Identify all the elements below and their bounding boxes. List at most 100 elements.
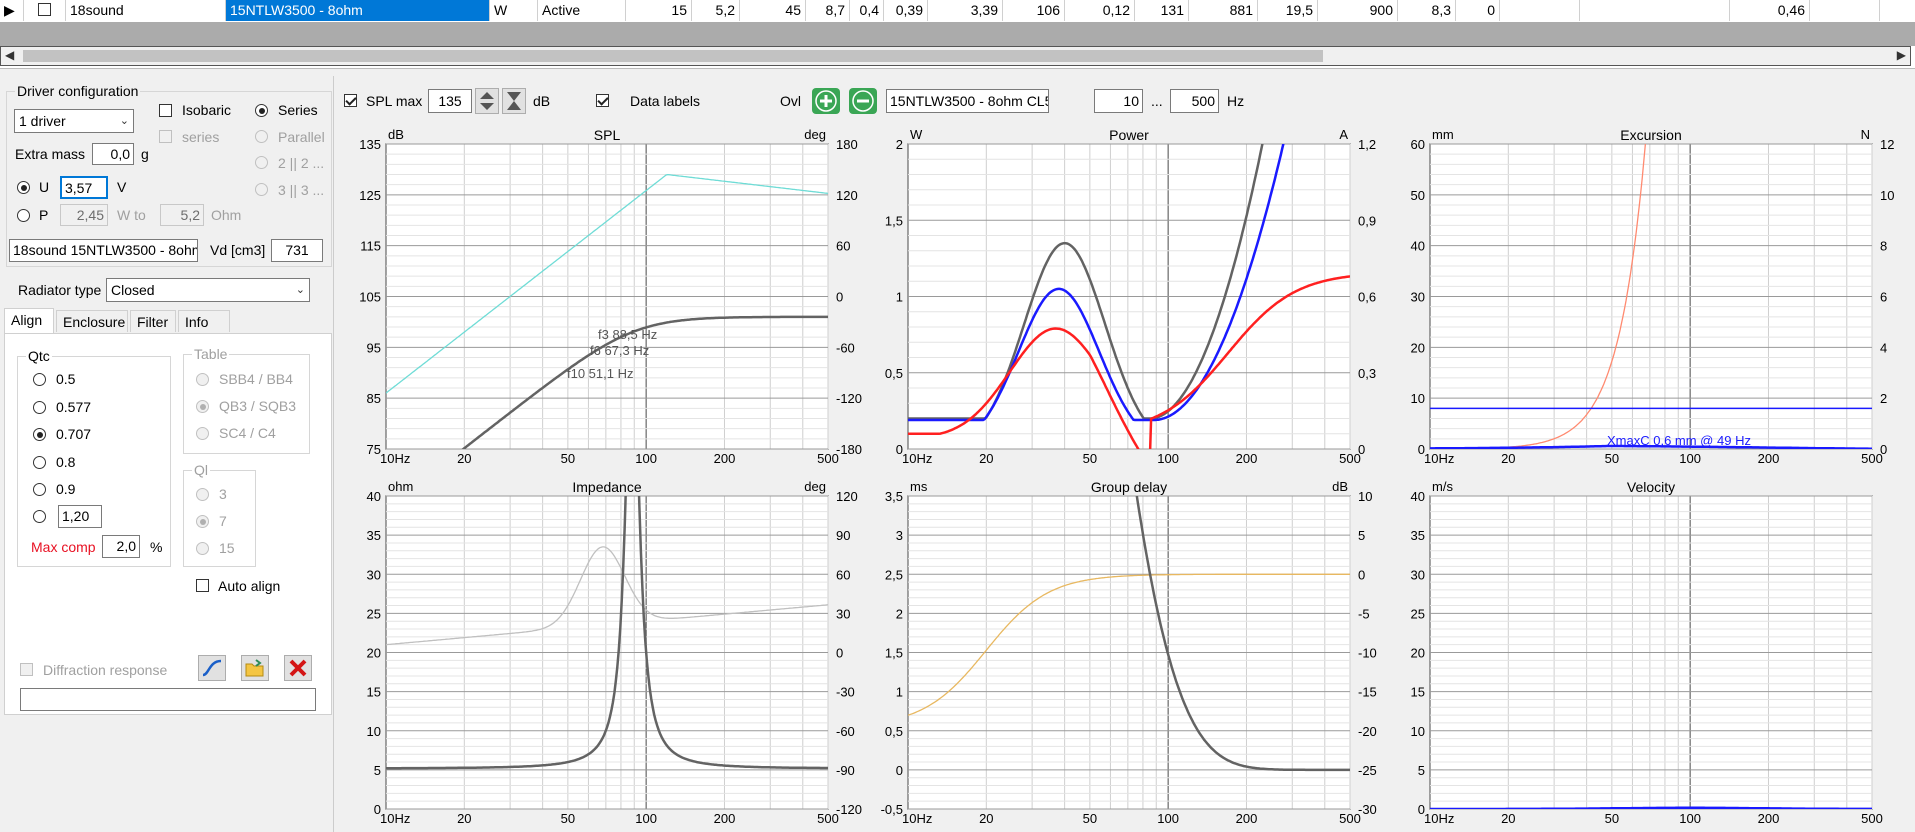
- tab-enclosure[interactable]: Enclosure: [56, 310, 128, 332]
- table-cell[interactable]: 0,4: [850, 0, 884, 21]
- curve-button[interactable]: [198, 655, 226, 681]
- voltage-input[interactable]: 3,57: [60, 176, 108, 199]
- isobaric-checkbox[interactable]: [159, 104, 172, 117]
- horizontal-scrollbar[interactable]: ◀ ▶: [0, 46, 1911, 66]
- table-radio[interactable]: [196, 373, 209, 386]
- impedance-chart[interactable]: 40 35 30 25 20 15 10 5 0 120 90 60 30 0 -30 -60 -90 -120 1…: [344, 476, 863, 826]
- chart-title: SPL: [594, 127, 621, 143]
- radiator-type-select[interactable]: Closed ⌄: [106, 278, 310, 302]
- qtc-radio[interactable]: [33, 455, 46, 469]
- chart-title: Velocity: [1627, 479, 1675, 495]
- qtc-radio[interactable]: [33, 483, 46, 496]
- y2-tick-label: -30: [836, 685, 855, 700]
- table-cell[interactable]: [1810, 0, 1880, 21]
- data-labels-checkbox[interactable]: [596, 94, 609, 107]
- table-cell[interactable]: ▶: [0, 0, 24, 21]
- diffraction-checkbox[interactable]: [20, 663, 33, 676]
- y2-tick-label: -25: [1358, 763, 1377, 778]
- velocity-chart[interactable]: 40 35 30 25 20 15 10 5 0 10Hz 20 50 100 200 500 Velocit…: [1388, 476, 1906, 826]
- table-cell[interactable]: 3,39: [928, 0, 1003, 21]
- auto-align-checkbox[interactable]: [196, 579, 209, 592]
- qtc-radio[interactable]: [33, 428, 46, 441]
- y-tick-label: -0,5: [881, 802, 903, 817]
- add-overlay-button[interactable]: [812, 88, 840, 114]
- scroll-right-icon[interactable]: ▶: [1897, 48, 1906, 62]
- table-cell[interactable]: W: [490, 0, 538, 21]
- table-radio[interactable]: [196, 427, 209, 440]
- power-chart[interactable]: 2 1,5 1 0,5 0 1,2 0,9 0,6 0,3 0 10Hz 20 50 100 200 500 P…: [866, 124, 1384, 466]
- parallel-radio[interactable]: [255, 130, 268, 143]
- table-cell[interactable]: 0: [1456, 0, 1500, 21]
- y2-tick-label: 1,2: [1358, 137, 1376, 152]
- max-comp-input[interactable]: 2,0: [102, 535, 140, 558]
- table-cell[interactable]: 5,2: [692, 0, 740, 21]
- table-cell[interactable]: [1500, 0, 1580, 21]
- remove-overlay-button[interactable]: [849, 88, 877, 114]
- y-tick-label: 85: [367, 391, 381, 406]
- excursion-chart[interactable]: 60 50 40 30 20 10 0 12 10 8 6 4 2 0 10Hz 20 50 100 200 500 E…: [1388, 124, 1906, 466]
- combo2-radio[interactable]: [255, 156, 268, 169]
- row-checkbox[interactable]: [38, 3, 51, 16]
- overlay-name-field[interactable]: 15NTLW3500 - 8ohm CL5: [886, 89, 1049, 113]
- ql-radio[interactable]: [196, 488, 209, 501]
- diffraction-field[interactable]: [20, 688, 316, 711]
- qtc-radio[interactable]: [33, 400, 46, 414]
- table-cell[interactable]: 15: [626, 0, 692, 21]
- open-folder-button[interactable]: [241, 655, 269, 681]
- freq-from-input[interactable]: 10: [1094, 89, 1143, 113]
- extra-mass-unit: g: [141, 146, 149, 162]
- spl-chart[interactable]: 135 125 115 105 95 85 75 180 120 60 0 -60 -120 -180 10…: [344, 124, 862, 466]
- scroll-left-icon[interactable]: ◀: [5, 48, 14, 62]
- tab-info[interactable]: Info: [178, 310, 230, 332]
- table-cell[interactable]: 18sound: [66, 0, 226, 21]
- tab-filter[interactable]: Filter: [130, 310, 176, 332]
- y-tick-label: 20: [1411, 340, 1425, 355]
- spl-max-checkbox[interactable]: [344, 94, 357, 107]
- table-cell[interactable]: 106: [1003, 0, 1065, 21]
- qtc-custom-input[interactable]: 1,20: [58, 505, 102, 528]
- table-cell[interactable]: 131: [1135, 0, 1189, 21]
- combo3-radio[interactable]: [255, 183, 268, 196]
- table-cell[interactable]: Active: [538, 0, 626, 21]
- table-radio[interactable]: [196, 400, 209, 413]
- spl-auto-button[interactable]: [502, 88, 526, 114]
- table-cell[interactable]: [1580, 0, 1730, 21]
- table-cell[interactable]: 45: [740, 0, 806, 21]
- table-cell[interactable]: 0,46: [1730, 0, 1810, 21]
- max-comp-label: Max comp: [31, 539, 96, 555]
- table-cell[interactable]: 8,3: [1398, 0, 1456, 21]
- spl-max-stepper[interactable]: [475, 88, 499, 114]
- ql-radio[interactable]: [196, 542, 209, 555]
- spl-max-input[interactable]: 135: [428, 89, 472, 113]
- scrollbar-thumb[interactable]: [23, 50, 1323, 62]
- driver-name-field[interactable]: 18sound 15NTLW3500 - 8ohm: [9, 239, 198, 262]
- table-row[interactable]: ▶ 18sound 15NTLW3500 - 8ohm W Active 15 5,2 45 8…: [0, 0, 1915, 23]
- power-input[interactable]: 2,45: [60, 204, 108, 226]
- velocity-curve: [1430, 806, 1872, 809]
- table-cell[interactable]: 900: [1318, 0, 1398, 21]
- delete-button[interactable]: [284, 655, 312, 681]
- table-cell[interactable]: 8,7: [806, 0, 850, 21]
- table-cell[interactable]: 19,5: [1258, 0, 1318, 21]
- driver-count-select[interactable]: 1 driver ⌄: [14, 109, 134, 133]
- group-delay-chart[interactable]: 3,5 3 2,5 2 1,5 1 0,5 0 -0,5 10 5 0 -5 -10 -15 -20 -25 -3…: [866, 476, 1384, 826]
- table-cell[interactable]: 0,12: [1065, 0, 1135, 21]
- ql-radio[interactable]: [196, 515, 209, 528]
- freq-to-input[interactable]: 500: [1170, 89, 1219, 113]
- table-cell[interactable]: 0,39: [884, 0, 928, 21]
- tab-align[interactable]: Align: [4, 308, 54, 334]
- qtc-radio[interactable]: [33, 373, 46, 386]
- series-radio[interactable]: [255, 104, 268, 117]
- table-cell[interactable]: 15NTLW3500 - 8ohm: [226, 0, 490, 21]
- qtc-custom-radio[interactable]: [33, 510, 46, 523]
- table-cell[interactable]: 881: [1189, 0, 1258, 21]
- extra-mass-input[interactable]: 0,0: [92, 143, 134, 165]
- driver-table: ▶ 18sound 15NTLW3500 - 8ohm W Active 15 5,2 45 8…: [0, 0, 1915, 69]
- y-tick-label: 35: [367, 528, 381, 543]
- y2-tick-label: -15: [1358, 685, 1377, 700]
- power-radio[interactable]: [17, 209, 30, 222]
- voltage-radio[interactable]: [17, 181, 30, 194]
- ohm-input[interactable]: 5,2: [160, 204, 204, 226]
- series-checkbox[interactable]: [159, 130, 172, 143]
- row-checkbox-cell[interactable]: [24, 0, 66, 21]
